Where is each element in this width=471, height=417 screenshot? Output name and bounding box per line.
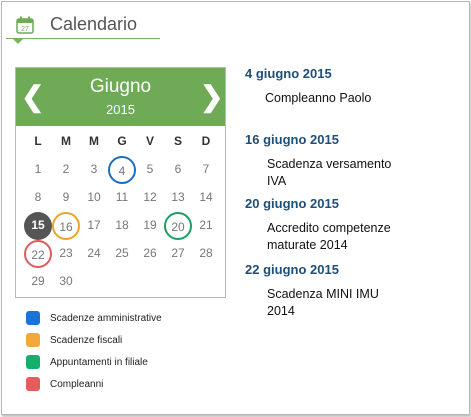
event-description-line: Scadenza MINI IMU: [267, 287, 379, 301]
event-description-line: Compleanno Paolo: [265, 91, 372, 105]
event-date: 22 giugno 2015: [245, 262, 339, 277]
legend-item: Scadenze fiscali: [26, 333, 226, 349]
day-cell[interactable]: 24: [80, 240, 108, 268]
legend-label: Compleanni: [50, 379, 104, 390]
day-cell[interactable]: 10: [80, 184, 108, 212]
day-cell[interactable]: 21: [192, 212, 220, 240]
legend-item: Scadenze amministrative: [26, 311, 226, 327]
next-month-button[interactable]: ❯: [200, 83, 223, 111]
day-cell[interactable]: 27: [164, 240, 192, 268]
event-description: Scadenza MINI IMU 2014: [267, 286, 457, 320]
day-cell[interactable]: 1: [24, 156, 52, 184]
legend-item: Compleanni: [26, 377, 226, 393]
event-description: Scadenza versamento IVA: [267, 156, 457, 190]
day-cell[interactable]: 11: [108, 184, 136, 212]
calendar-header: ❮ Giugno 2015 ❯: [16, 68, 225, 126]
day-cell[interactable]: 14: [192, 184, 220, 212]
event-description-line: IVA: [267, 174, 287, 188]
calendar-icon: 27: [16, 16, 34, 34]
weekday-label: V: [145, 134, 154, 148]
day-cell[interactable]: 13: [164, 184, 192, 212]
month-label: Giugno: [89, 76, 152, 97]
month-calendar: ❮ Giugno 2015 ❯ LMMGVSD 1 2 3 4 5 6 7 8 9 10 11 12 1…: [15, 67, 226, 298]
day-cell[interactable]: 17: [80, 212, 108, 240]
day-cell[interactable]: 26: [136, 240, 164, 268]
event-description: Accredito competenze maturate 2014: [267, 220, 457, 254]
weekday-label: G: [117, 134, 127, 148]
day-cell[interactable]: 2: [52, 156, 80, 184]
svg-text:27: 27: [21, 26, 29, 33]
day-cell[interactable]: 28: [192, 240, 220, 268]
widget-title: Calendario: [50, 14, 138, 34]
event-description-line: Accredito competenze: [267, 221, 391, 235]
day-cell[interactable]: 29: [24, 268, 52, 296]
day-cell[interactable]: 9: [52, 184, 80, 212]
day-cell[interactable]: 23: [52, 240, 80, 268]
weekday-label: M: [61, 134, 71, 148]
year-label: 2015: [106, 102, 135, 117]
legend-label: Appuntamenti in filiale: [50, 357, 148, 368]
day-cell[interactable]: 19: [136, 212, 164, 240]
header-pointer: [12, 38, 24, 44]
legend-swatch: [26, 333, 40, 347]
widget-header: 27 Calendario: [2, 2, 162, 44]
weekday-label: D: [201, 134, 211, 148]
event-date: 16 giugno 2015: [245, 132, 339, 147]
legend-item: Appuntamenti in filiale: [26, 355, 226, 371]
weekday-label: L: [34, 134, 42, 148]
event-description-line: 2014: [267, 304, 295, 318]
day-cell[interactable]: 4: [108, 156, 136, 184]
day-cell[interactable]: 18: [108, 212, 136, 240]
event-description: Compleanno Paolo: [265, 90, 455, 107]
event-description-line: maturate 2014: [267, 238, 348, 252]
weekday-label: M: [89, 134, 99, 148]
legend-swatch: [26, 377, 40, 391]
day-cell[interactable]: 25: [108, 240, 136, 268]
event-description-line: Scadenza versamento: [267, 157, 392, 171]
day-cell[interactable]: 3: [80, 156, 108, 184]
legend-label: Scadenze amministrative: [50, 313, 162, 324]
day-cell[interactable]: 5: [136, 156, 164, 184]
legend-swatch: [26, 355, 40, 369]
day-cell[interactable]: 7: [192, 156, 220, 184]
day-cell[interactable]: 16: [52, 212, 80, 240]
legend-label: Scadenze fiscali: [50, 335, 123, 346]
day-cell[interactable]: 30: [52, 268, 80, 296]
day-cell[interactable]: 22: [24, 240, 52, 268]
event-date: 20 giugno 2015: [245, 196, 339, 211]
weekday-label: S: [173, 134, 182, 148]
header-underline: [6, 38, 160, 39]
calendar-widget: 27 Calendario ❮ Giugno 2015 ❯ LMMGVSD 12…: [1, 1, 470, 415]
day-cell[interactable]: 6: [164, 156, 192, 184]
day-cell[interactable]: 20: [164, 212, 192, 240]
event-date: 4 giugno 2015: [245, 66, 332, 81]
day-cell[interactable]: 15: [24, 212, 52, 240]
day-cell[interactable]: 12: [136, 184, 164, 212]
day-cell[interactable]: 8: [24, 184, 52, 212]
legend-swatch: [26, 311, 40, 325]
